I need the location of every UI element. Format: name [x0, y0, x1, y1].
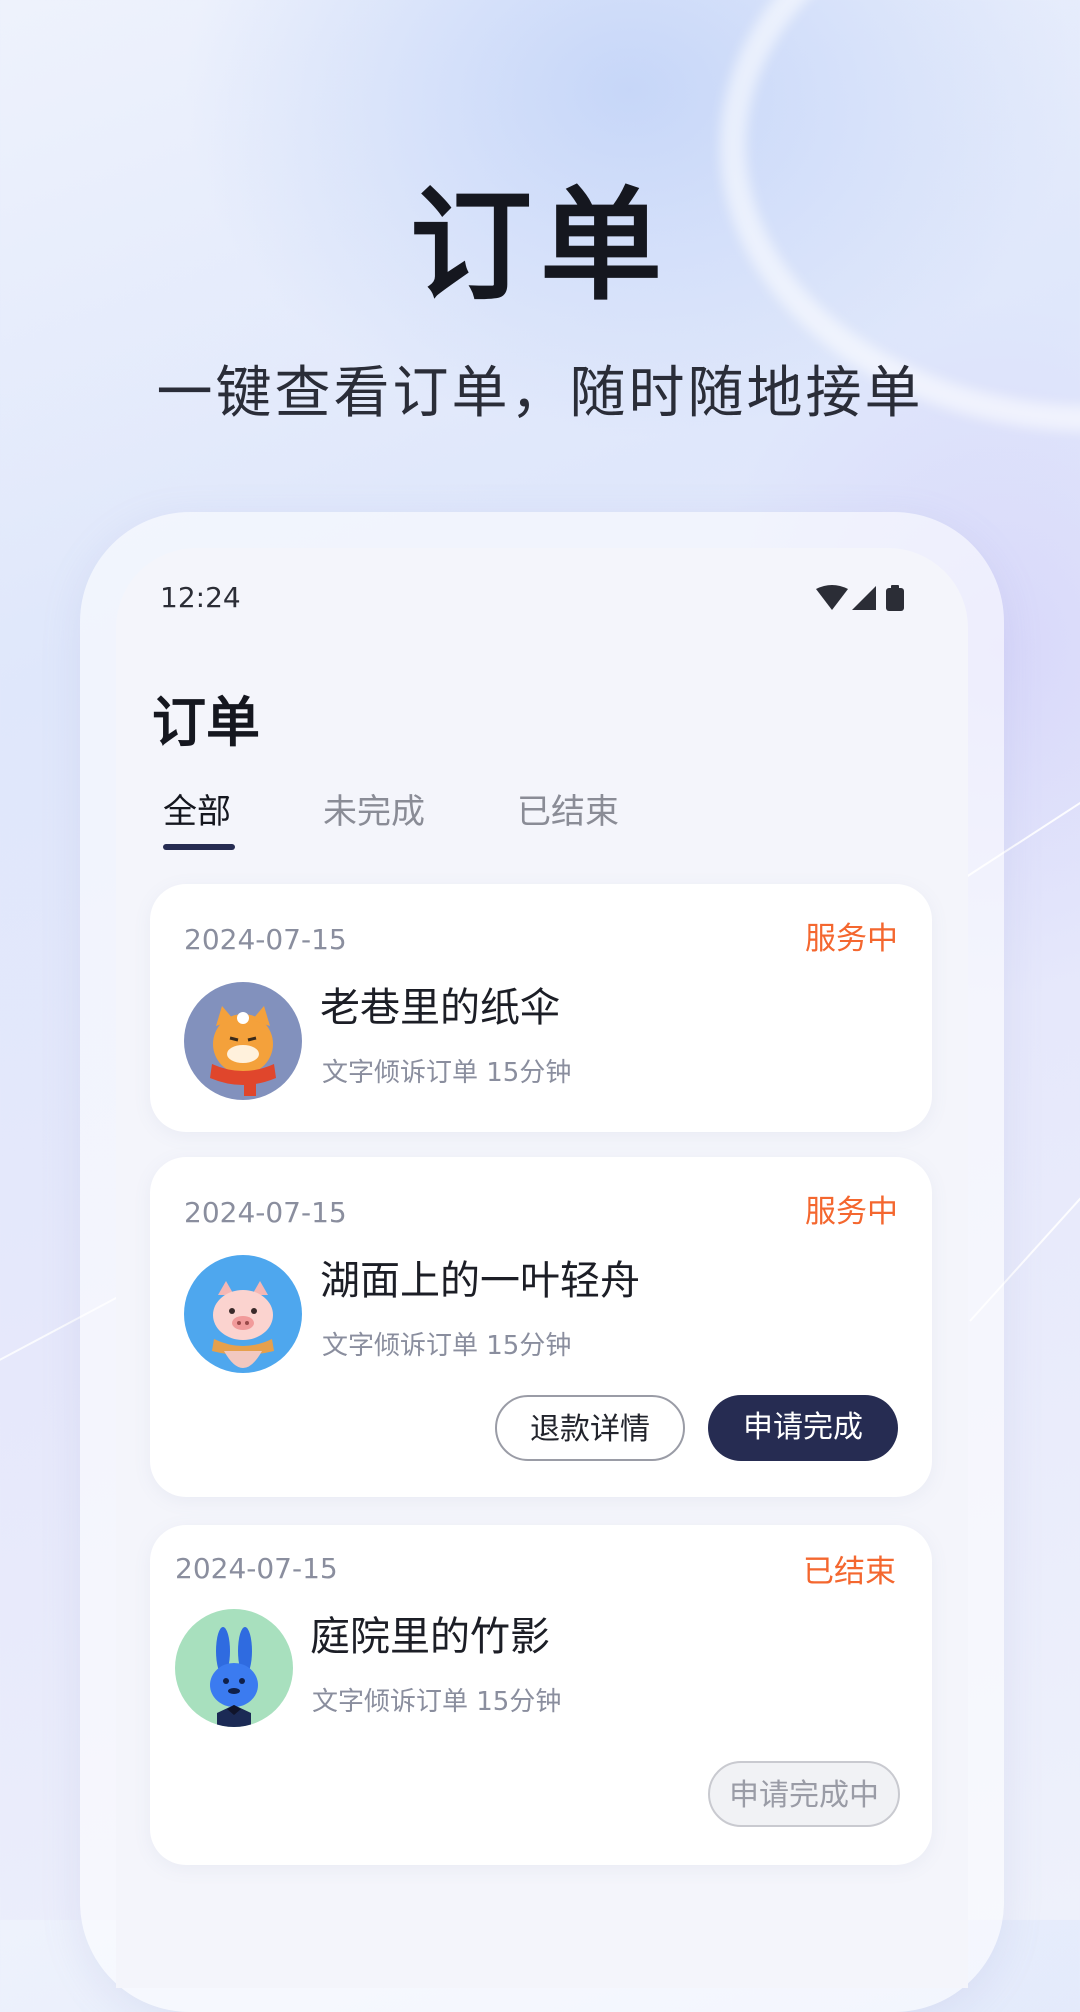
tab-closed[interactable]: 已结束	[517, 795, 619, 829]
order-name: 庭院里的竹影	[310, 1614, 550, 1660]
request-complete-pending-button[interactable]: 申请完成中	[708, 1761, 900, 1827]
order-status: 服务中	[805, 921, 898, 957]
order-card[interactable]: 2024-07-15 已结束 庭院里的竹影 文字倾诉订单 15分钟 申请完成中	[150, 1525, 932, 1865]
order-card[interactable]: 2024-07-15 服务中 湖面上的一叶轻舟 文字倾诉订单 15分钟 退款详情…	[150, 1157, 932, 1497]
order-status: 服务中	[805, 1194, 898, 1230]
order-date: 2024-07-15	[184, 923, 347, 956]
page-title: 订单	[152, 691, 260, 754]
request-complete-button[interactable]: 申请完成	[708, 1395, 898, 1461]
order-desc: 文字倾诉订单 15分钟	[322, 1331, 572, 1361]
order-card[interactable]: 2024-07-15 服务中 老巷里的纸伞 文字倾诉订单 15分钟	[150, 884, 932, 1132]
rabbit-avatar	[175, 1609, 293, 1727]
order-name: 老巷里的纸伞	[320, 985, 560, 1031]
cat-avatar	[184, 982, 302, 1100]
order-date: 2024-07-15	[175, 1552, 338, 1585]
order-date: 2024-07-15	[184, 1196, 347, 1229]
tab-active-indicator	[163, 844, 235, 850]
tab-all[interactable]: 全部	[163, 795, 231, 829]
status-time: 12:24	[160, 581, 241, 614]
order-desc: 文字倾诉订单 15分钟	[312, 1687, 562, 1717]
order-name: 湖面上的一叶轻舟	[320, 1258, 640, 1304]
pig-avatar	[184, 1255, 302, 1373]
signal-icon	[852, 586, 876, 610]
order-status: 已结束	[803, 1554, 896, 1590]
battery-icon	[886, 585, 904, 611]
hero-subtitle: 一键查看订单，随时随地接单	[156, 361, 924, 426]
wifi-icon	[816, 585, 848, 610]
hero-title: 订单	[410, 175, 670, 317]
refund-details-button[interactable]: 退款详情	[495, 1395, 685, 1461]
tab-pending[interactable]: 未完成	[323, 795, 425, 829]
status-icons	[816, 584, 916, 614]
order-desc: 文字倾诉订单 15分钟	[322, 1058, 572, 1088]
